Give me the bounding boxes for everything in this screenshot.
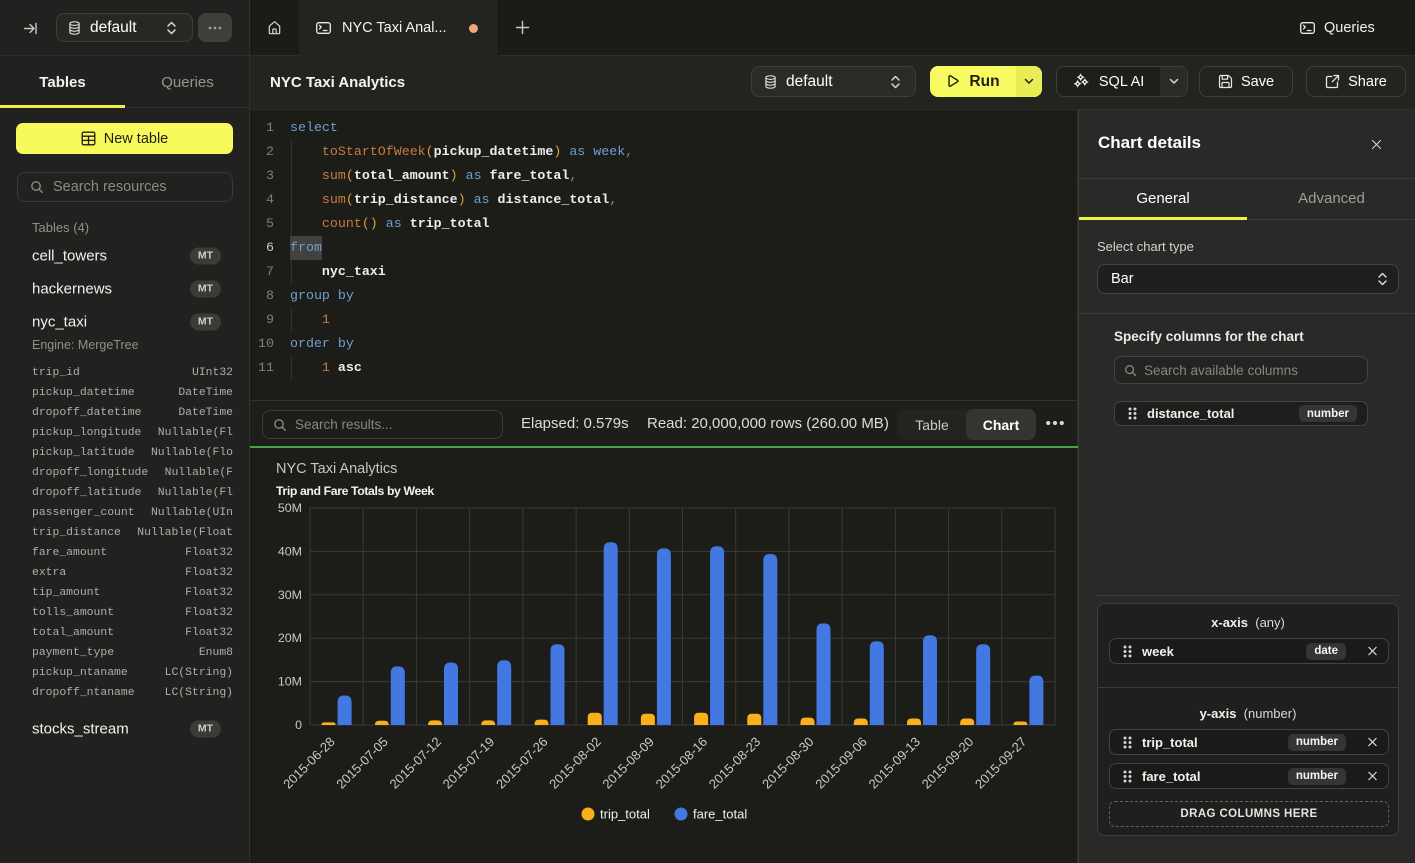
svg-text:2015-07-26: 2015-07-26 xyxy=(493,734,551,792)
svg-text:2015-08-23: 2015-08-23 xyxy=(706,734,764,792)
svg-text:2015-08-30: 2015-08-30 xyxy=(759,734,817,792)
svg-text:trip_total: trip_total xyxy=(600,807,650,822)
svg-text:20M: 20M xyxy=(278,631,302,645)
svg-text:2015-08-09: 2015-08-09 xyxy=(599,734,657,792)
svg-text:2015-09-06: 2015-09-06 xyxy=(812,734,870,792)
svg-text:2015-07-19: 2015-07-19 xyxy=(440,734,498,792)
svg-text:2015-07-12: 2015-07-12 xyxy=(386,734,444,792)
svg-text:2015-06-28: 2015-06-28 xyxy=(280,734,338,792)
svg-text:40M: 40M xyxy=(278,544,302,558)
svg-text:fare_total: fare_total xyxy=(693,807,747,822)
svg-text:50M: 50M xyxy=(278,501,302,515)
svg-text:2015-08-16: 2015-08-16 xyxy=(653,734,711,792)
svg-text:2015-07-05: 2015-07-05 xyxy=(333,734,391,792)
svg-text:30M: 30M xyxy=(278,588,302,602)
svg-text:10M: 10M xyxy=(278,675,302,689)
svg-text:0: 0 xyxy=(295,718,302,732)
svg-text:2015-09-27: 2015-09-27 xyxy=(972,734,1030,792)
svg-text:2015-08-02: 2015-08-02 xyxy=(546,734,604,792)
svg-text:2015-09-20: 2015-09-20 xyxy=(919,734,977,792)
svg-text:2015-09-13: 2015-09-13 xyxy=(865,734,923,792)
